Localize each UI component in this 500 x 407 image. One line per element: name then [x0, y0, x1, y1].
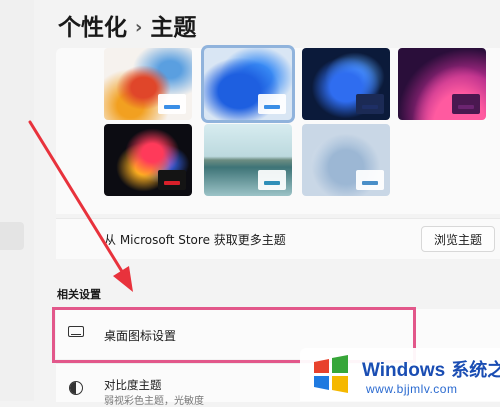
theme-thumbnail[interactable] [398, 48, 486, 120]
taskbar-swatch [164, 105, 180, 109]
contrast-themes-description: 弱视彩色主题，光敏度 [104, 396, 204, 407]
browse-themes-button[interactable]: 浏览主题 [421, 226, 495, 252]
theme-thumbnail[interactable] [104, 48, 192, 120]
window-preview [258, 170, 286, 190]
breadcrumb-separator: › [135, 17, 143, 38]
theme-thumbnail[interactable] [302, 48, 390, 120]
theme-thumbnail[interactable] [302, 124, 390, 196]
watermark-brand: Windows系统之家 [362, 356, 500, 382]
contrast-icon [69, 381, 83, 395]
window-preview [356, 170, 384, 190]
breadcrumb: 个性化 › 主题 [58, 8, 196, 42]
taskbar-swatch [264, 181, 280, 185]
taskbar-swatch [164, 181, 180, 185]
related-settings-heading: 相关设置 [57, 288, 101, 301]
theme-thumbnail[interactable] [204, 124, 292, 196]
window-preview [158, 94, 186, 114]
taskbar-swatch [264, 105, 280, 109]
watermark-url: www.bjjmlv.com [366, 382, 458, 396]
window-preview [158, 170, 186, 190]
navigation-sidebar [0, 0, 34, 401]
window-preview [258, 94, 286, 114]
window-preview [452, 94, 480, 114]
breadcrumb-current: 主题 [150, 15, 197, 41]
theme-thumbnail[interactable] [104, 124, 192, 196]
contrast-themes-label: 对比度主题 [104, 378, 162, 392]
watermark-brand-en: Windows [362, 360, 446, 381]
windows-logo-icon [314, 355, 348, 393]
taskbar-swatch [362, 105, 378, 109]
taskbar-swatch [458, 105, 474, 109]
theme-thumbnail-selected[interactable] [204, 48, 292, 120]
watermark-brand-cn: 系统之家 [451, 360, 500, 380]
get-more-themes-label: 从 Microsoft Store 获取更多主题 [104, 233, 286, 247]
sidebar-selected-item[interactable] [0, 222, 24, 250]
taskbar-swatch [362, 181, 378, 185]
window-preview [356, 94, 384, 114]
breadcrumb-parent[interactable]: 个性化 [58, 15, 127, 41]
